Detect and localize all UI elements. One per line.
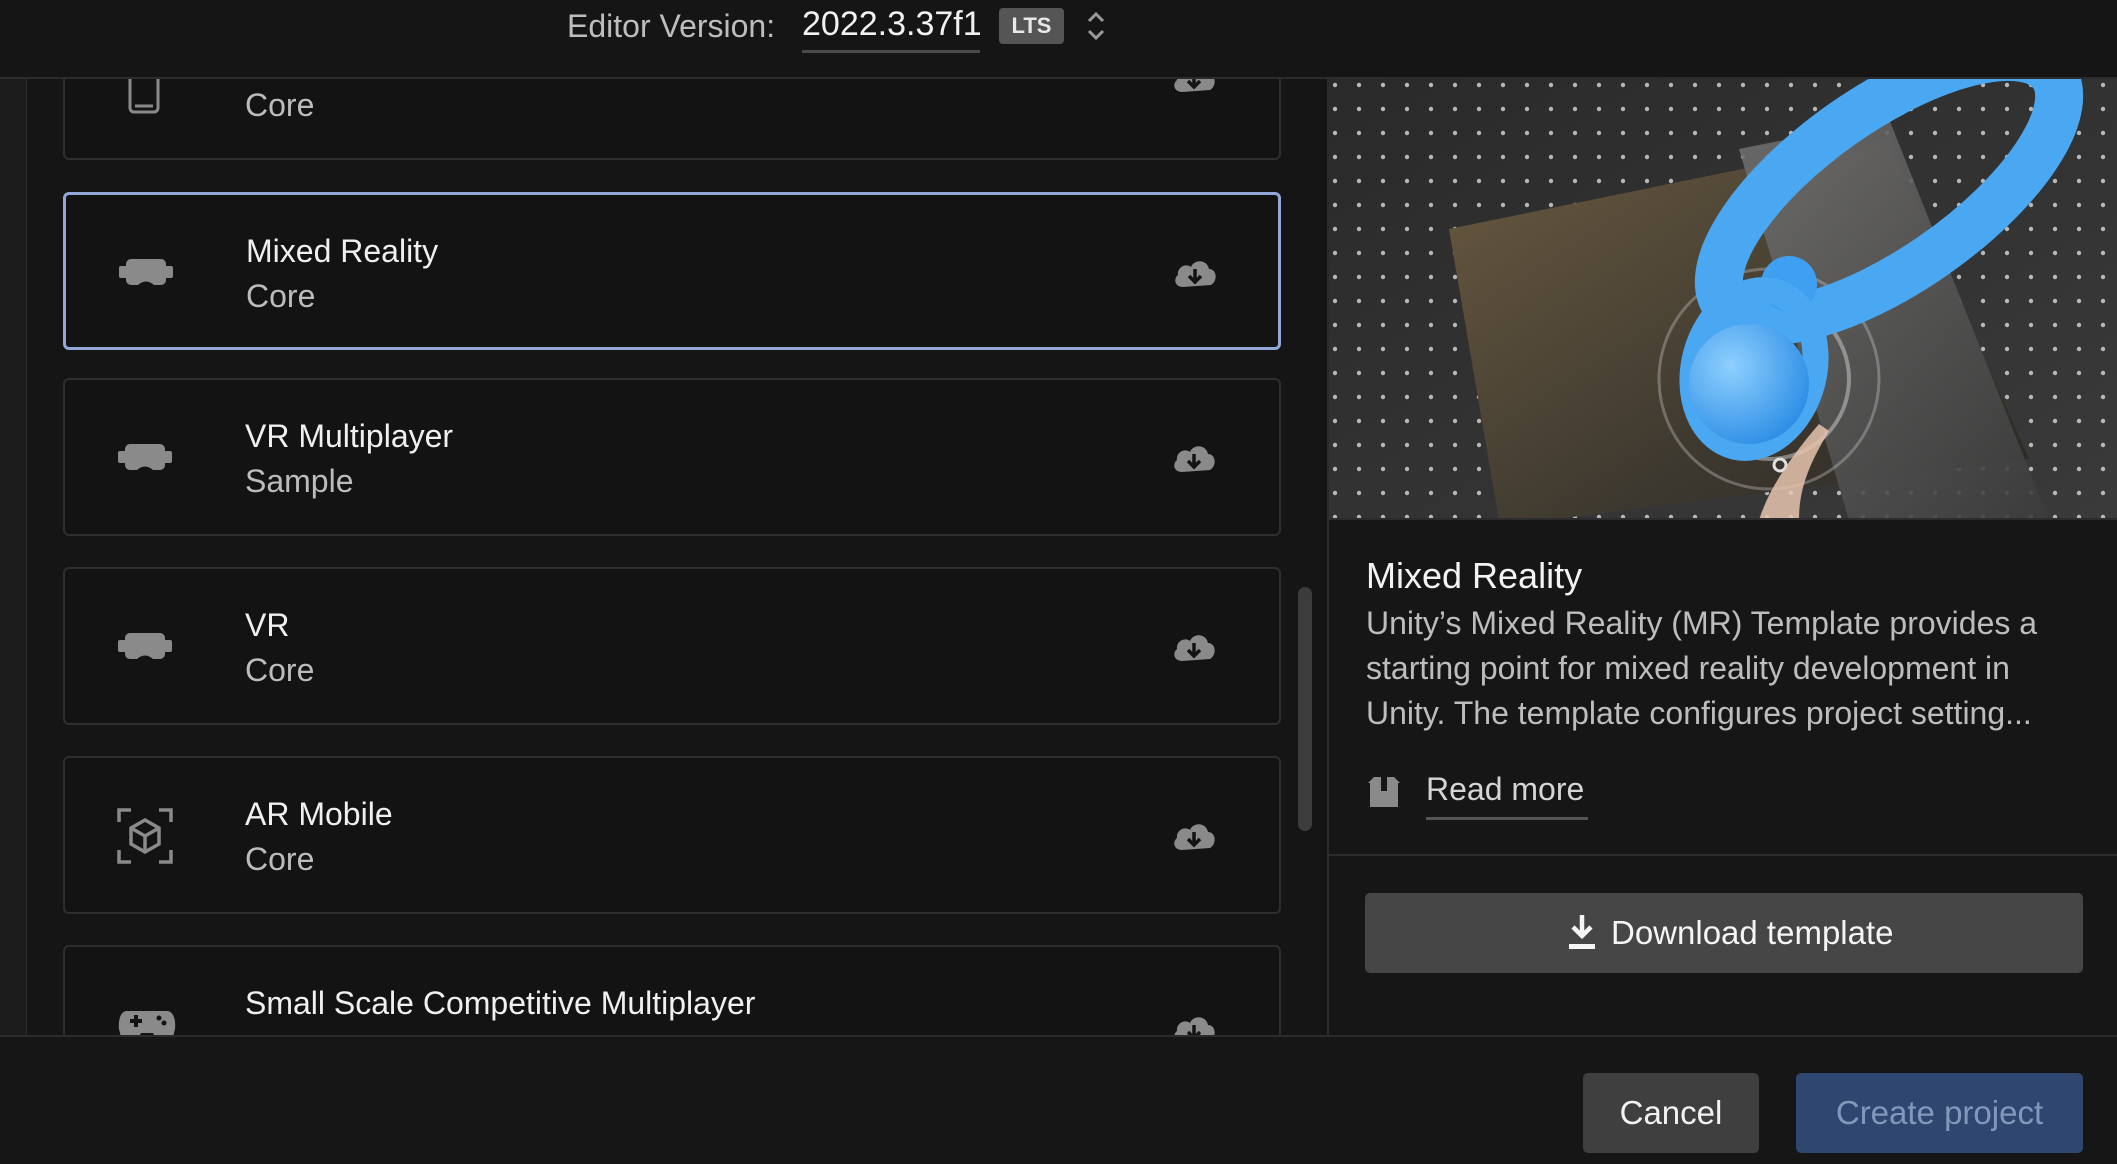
template-subtitle: Core: [245, 652, 315, 688]
read-more-label: Read more: [1426, 771, 1585, 807]
editor-version-label: Editor Version:: [567, 8, 776, 44]
template-title: VR: [245, 607, 290, 643]
vr-headset-icon: [118, 633, 172, 659]
template-subtitle: Core: [246, 278, 316, 314]
cancel-button[interactable]: Cancel: [1583, 1073, 1759, 1153]
template-details-panel: Mixed Reality Unity’s Mixed Reality (MR)…: [1329, 79, 2117, 1035]
template-detail-description: Unity’s Mixed Reality (MR) Template prov…: [1366, 605, 2038, 731]
template-subtitle: Core: [245, 87, 315, 123]
cloud-download-icon[interactable]: [1170, 79, 1218, 100]
template-list: Core Mixed Reality Core VR Multiplayer S: [27, 79, 1327, 1035]
vr-headset-icon: [118, 444, 172, 470]
lts-badge: LTS: [999, 8, 1064, 44]
cloud-download-icon[interactable]: [1171, 255, 1219, 293]
gamepad-icon: [118, 1011, 176, 1035]
details-divider: [1329, 854, 2117, 856]
template-detail-title: Mixed Reality: [1366, 555, 1583, 596]
cloud-download-icon[interactable]: [1170, 440, 1218, 478]
cloud-download-icon[interactable]: [1170, 818, 1218, 856]
ar-cube-icon: [117, 808, 173, 864]
read-more-underline: [1426, 817, 1588, 820]
vr-headset-icon: [119, 259, 173, 285]
left-sidebar-strip: [0, 79, 27, 1035]
template-title: Small Scale Competitive Multiplayer: [245, 985, 756, 1021]
template-title: AR Mobile: [245, 796, 393, 832]
cloud-download-icon[interactable]: [1170, 629, 1218, 667]
download-template-button[interactable]: Download template: [1365, 893, 2083, 973]
dialog-footer: Cancel Create project: [0, 1035, 2117, 1164]
cloud-download-icon[interactable]: [1170, 1011, 1218, 1035]
template-preview-image: [1329, 79, 2117, 520]
template-card-ar-mobile[interactable]: AR Mobile Core: [63, 756, 1281, 914]
editor-version-value[interactable]: 2022.3.37f1: [802, 4, 982, 44]
package-icon: [1368, 777, 1400, 807]
chevron-up-down-icon[interactable]: [1083, 6, 1109, 46]
download-template-label: Download template: [1611, 914, 1894, 951]
template-card-vr[interactable]: VR Core: [63, 567, 1281, 725]
template-card-mobile[interactable]: Core: [63, 79, 1281, 160]
list-scrollbar[interactable]: [1298, 587, 1312, 831]
template-card-small-scale-competitive-multiplayer[interactable]: Small Scale Competitive Multiplayer: [63, 945, 1281, 1035]
mobile-device-icon: [128, 79, 160, 114]
top-bar: Editor Version: 2022.3.37f1 LTS: [0, 0, 2117, 79]
editor-version-underline: [802, 50, 980, 53]
download-icon: [1569, 915, 1595, 949]
template-card-vr-multiplayer[interactable]: VR Multiplayer Sample: [63, 378, 1281, 536]
create-project-button[interactable]: Create project: [1796, 1073, 2083, 1153]
template-subtitle: Core: [245, 841, 315, 877]
template-subtitle: Sample: [245, 463, 354, 499]
template-title: Mixed Reality: [246, 233, 439, 269]
template-title: VR Multiplayer: [245, 418, 454, 454]
template-card-mixed-reality[interactable]: Mixed Reality Core: [63, 192, 1281, 350]
